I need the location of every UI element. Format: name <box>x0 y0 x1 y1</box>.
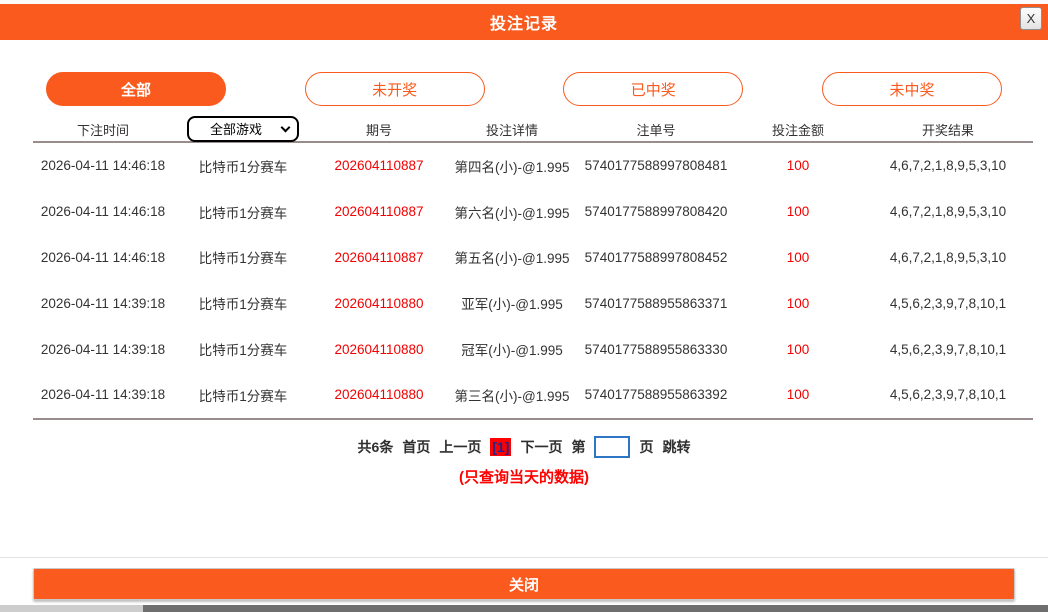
cell-result: 4,5,6,2,3,9,7,8,10,1 <box>863 387 1033 402</box>
filter-lost-button[interactable]: 未中奖 <box>822 72 1002 106</box>
cell-game: 比特币1分赛车 <box>173 156 313 176</box>
cell-bet-time: 2026-04-11 14:46:18 <box>33 250 173 265</box>
page-jump-input[interactable] <box>594 436 630 458</box>
table-row: 2026-04-11 14:39:18 比特币1分赛车 202604110880… <box>33 372 1033 418</box>
cell-issue: 202604110880 <box>313 387 445 402</box>
cell-bet-time: 2026-04-11 14:39:18 <box>33 342 173 357</box>
cell-detail: 第五名(小)-@1.995 <box>445 247 579 267</box>
cell-issue: 202604110887 <box>313 250 445 265</box>
pagination: 共6条 首页 上一页 [1] 下一页 第 页 跳转 <box>0 434 1048 460</box>
cell-detail: 冠军(小)-@1.995 <box>445 339 579 359</box>
cell-issue: 202604110880 <box>313 342 445 357</box>
cell-bet-time: 2026-04-11 14:46:18 <box>33 158 173 173</box>
cell-game: 比特币1分赛车 <box>173 385 313 405</box>
cell-issue: 202604110880 <box>313 296 445 311</box>
cell-issue: 202604110887 <box>313 204 445 219</box>
cell-result: 4,6,7,2,1,8,9,5,3,10 <box>863 158 1033 173</box>
table-row: 2026-04-11 14:39:18 比特币1分赛车 202604110880… <box>33 280 1033 326</box>
cell-amount: 100 <box>733 250 863 265</box>
cell-amount: 100 <box>733 158 863 173</box>
today-only-note: (只查询当天的数据) <box>0 466 1048 487</box>
pagination-jump-button[interactable]: 跳转 <box>662 437 690 457</box>
modal-titlebar: 投注记录 <box>0 4 1048 40</box>
cell-bet-time: 2026-04-11 14:46:18 <box>33 204 173 219</box>
cell-result: 4,6,7,2,1,8,9,5,3,10 <box>863 250 1033 265</box>
cell-amount: 100 <box>733 387 863 402</box>
cell-game: 比特币1分赛车 <box>173 202 313 222</box>
cell-order-no: 5740177588955863330 <box>579 342 733 357</box>
pagination-jump-suffix: 页 <box>639 437 653 457</box>
pagination-current-page: [1] <box>490 438 511 456</box>
table-row: 2026-04-11 14:46:18 比特币1分赛车 202604110887… <box>33 235 1033 281</box>
pagination-first-link[interactable]: 首页 <box>402 437 430 457</box>
cell-order-no: 5740177588997808420 <box>579 204 733 219</box>
filter-won-button[interactable]: 已中奖 <box>563 72 743 106</box>
cell-amount: 100 <box>733 342 863 357</box>
cell-amount: 100 <box>733 204 863 219</box>
cell-game: 比特币1分赛车 <box>173 293 313 313</box>
horizontal-scrollbar[interactable] <box>0 605 1048 612</box>
close-button[interactable]: 关闭 <box>33 568 1015 600</box>
filter-tabs: 全部 未开奖 已中奖 未中奖 <box>46 72 1002 106</box>
scrollbar-thumb[interactable] <box>143 605 1048 612</box>
cell-issue: 202604110887 <box>313 158 445 173</box>
modal-title: 投注记录 <box>490 10 558 34</box>
close-icon[interactable]: X <box>1020 7 1042 30</box>
cell-result: 4,5,6,2,3,9,7,8,10,1 <box>863 342 1033 357</box>
header-result: 开奖结果 <box>863 120 1033 139</box>
table-row: 2026-04-11 14:46:18 比特币1分赛车 202604110887… <box>33 189 1033 235</box>
game-filter: 全部游戏 <box>173 116 313 142</box>
game-filter-select[interactable]: 全部游戏 <box>187 116 299 142</box>
pagination-total: 共6条 <box>358 437 394 457</box>
cell-order-no: 5740177588955863392 <box>579 387 733 402</box>
pagination-jump-prefix: 第 <box>571 437 585 457</box>
cell-game: 比特币1分赛车 <box>173 339 313 359</box>
header-order-no: 注单号 <box>579 120 733 139</box>
header-detail: 投注详情 <box>445 120 579 139</box>
header-amount: 投注金额 <box>733 120 863 139</box>
header-bet-time: 下注时间 <box>33 120 173 139</box>
cell-detail: 第三名(小)-@1.995 <box>445 385 579 405</box>
cell-game: 比特币1分赛车 <box>173 247 313 267</box>
filter-undrawn-button[interactable]: 未开奖 <box>305 72 485 106</box>
header-issue: 期号 <box>313 120 445 139</box>
table-row: 2026-04-11 14:39:18 比特币1分赛车 202604110880… <box>33 326 1033 372</box>
cell-detail: 第四名(小)-@1.995 <box>445 156 579 176</box>
table-header-row: 下注时间 全部游戏 期号 投注详情 注单号 投注金额 开奖结果 <box>33 117 1033 143</box>
pagination-prev-link[interactable]: 上一页 <box>439 437 481 457</box>
cell-result: 4,6,7,2,1,8,9,5,3,10 <box>863 204 1033 219</box>
cell-detail: 第六名(小)-@1.995 <box>445 202 579 222</box>
cell-order-no: 5740177588955863371 <box>579 296 733 311</box>
pagination-next-link[interactable]: 下一页 <box>520 437 562 457</box>
cell-order-no: 5740177588997808452 <box>579 250 733 265</box>
cell-result: 4,5,6,2,3,9,7,8,10,1 <box>863 296 1033 311</box>
betting-records-modal: 投注记录 X 全部 未开奖 已中奖 未中奖 下注时间 全部游戏 期号 投注详情 … <box>0 0 1048 612</box>
records-table: 下注时间 全部游戏 期号 投注详情 注单号 投注金额 开奖结果 2026-04-… <box>33 117 1033 420</box>
table-row: 2026-04-11 14:46:18 比特币1分赛车 202604110887… <box>33 143 1033 189</box>
footer-divider <box>0 557 1048 558</box>
cell-order-no: 5740177588997808481 <box>579 158 733 173</box>
cell-amount: 100 <box>733 296 863 311</box>
table-body: 2026-04-11 14:46:18 比特币1分赛车 202604110887… <box>33 143 1033 420</box>
filter-all-button[interactable]: 全部 <box>46 72 226 106</box>
cell-detail: 亚军(小)-@1.995 <box>445 293 579 313</box>
cell-bet-time: 2026-04-11 14:39:18 <box>33 296 173 311</box>
cell-bet-time: 2026-04-11 14:39:18 <box>33 387 173 402</box>
